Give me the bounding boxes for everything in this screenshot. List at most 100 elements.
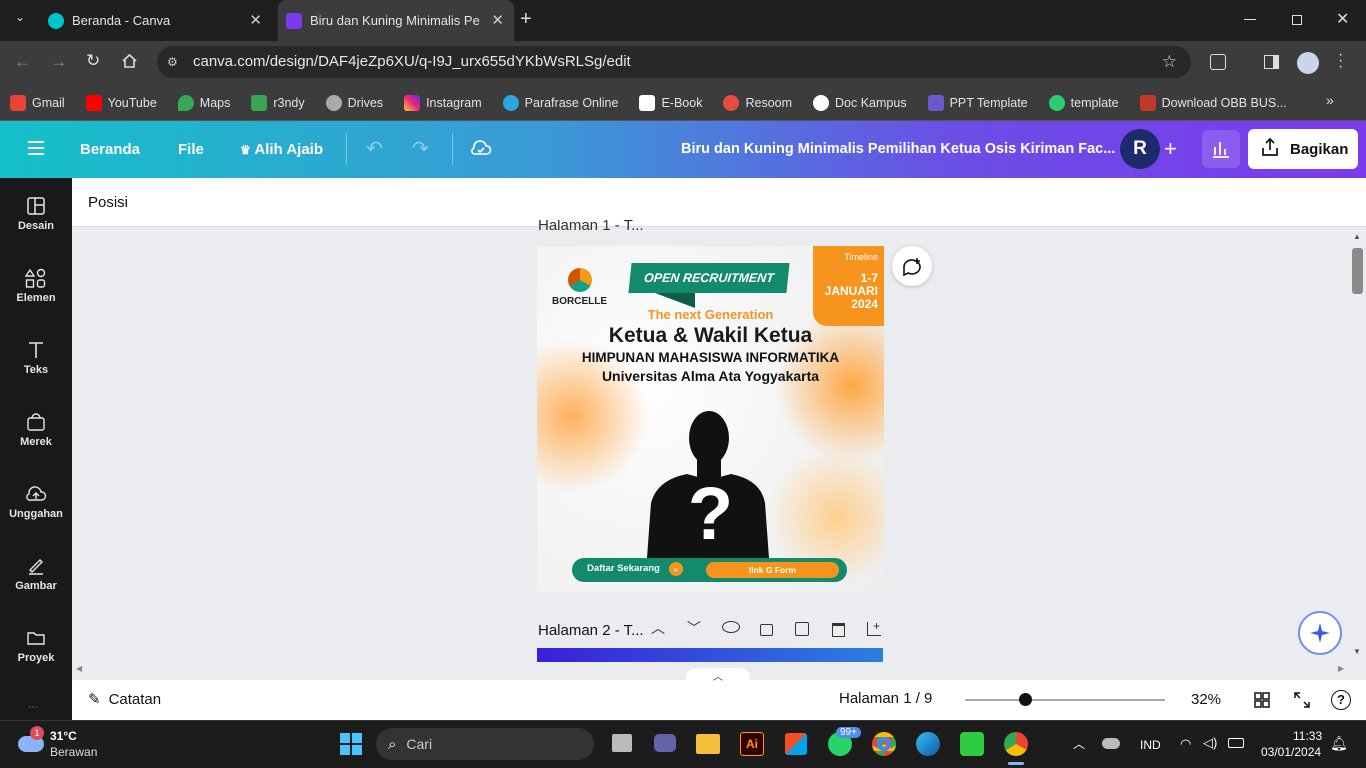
bookmark-youtube[interactable]: YouTube bbox=[85, 94, 157, 111]
weather-widget[interactable]: 1 31°C Berawan bbox=[16, 726, 116, 762]
add-comment-button[interactable] bbox=[892, 246, 932, 286]
document-title[interactable]: Biru dan Kuning Minimalis Pemilihan Ketu… bbox=[681, 121, 1115, 178]
sidebar-item-uploads[interactable]: Unggahan bbox=[0, 466, 72, 538]
zoom-slider-thumb[interactable] bbox=[1019, 693, 1032, 706]
address-bar[interactable]: ⚙ canva.com/design/DAF4jeZp6XU/q-I9J_urx… bbox=[157, 46, 1191, 78]
share-button[interactable]: Bagikan bbox=[1248, 129, 1358, 169]
clock-time[interactable]: 11:33 bbox=[1293, 729, 1322, 743]
bookmark-parafrase[interactable]: Parafrase Online bbox=[502, 94, 618, 111]
bookmark-star-icon[interactable]: ☆ bbox=[1162, 46, 1177, 78]
restore-icon[interactable] bbox=[1292, 15, 1302, 25]
page1-title[interactable]: Halaman 1 - T... bbox=[538, 220, 644, 234]
design-page-2-preview[interactable] bbox=[537, 648, 883, 662]
profile-avatar[interactable] bbox=[1297, 52, 1319, 74]
page-indicator[interactable]: Halaman 1 / 9 bbox=[839, 690, 932, 707]
edge-icon[interactable] bbox=[916, 732, 940, 756]
duplicate-icon[interactable] bbox=[795, 622, 809, 636]
position-button[interactable]: Posisi bbox=[88, 194, 128, 211]
close-icon[interactable]: ✕ bbox=[249, 11, 262, 29]
site-info-icon[interactable]: ⚙ bbox=[167, 46, 178, 78]
bookmark-instagram[interactable]: Instagram bbox=[404, 94, 482, 111]
bookmark-template[interactable]: template bbox=[1048, 94, 1119, 111]
notes-button[interactable]: ✎ Catatan bbox=[88, 690, 161, 709]
magic-switch-button[interactable]: ♛ Alih Ajaib bbox=[240, 121, 323, 178]
sidebar-item-design[interactable]: Desain bbox=[0, 178, 72, 250]
chevron-up-icon[interactable]: ︿ bbox=[651, 618, 665, 638]
bookmark-gmail[interactable]: Gmail bbox=[10, 94, 65, 111]
add-page-icon[interactable]: + bbox=[867, 620, 881, 636]
tray-chevron-up-icon[interactable]: ︿ bbox=[1073, 735, 1085, 752]
tab-search-button[interactable]: ⌄ bbox=[10, 10, 30, 30]
page2-title[interactable]: Halaman 2 - T... bbox=[538, 622, 644, 639]
sidebar-item-text[interactable]: Teks bbox=[0, 322, 72, 394]
chrome-icon[interactable] bbox=[872, 732, 896, 756]
bookmark-ebook[interactable]: E-Book bbox=[639, 94, 702, 111]
scroll-up-icon[interactable]: ▲ bbox=[1353, 232, 1361, 241]
bookmark-ppt-template[interactable]: PPT Template bbox=[927, 94, 1028, 111]
windows-start-icon[interactable] bbox=[340, 733, 362, 755]
scroll-down-icon[interactable]: ▼ bbox=[1353, 647, 1361, 656]
home-link[interactable]: Beranda bbox=[80, 121, 140, 178]
zoom-slider-track[interactable] bbox=[965, 699, 1165, 701]
vertical-scrollbar-thumb[interactable] bbox=[1352, 248, 1363, 294]
insights-chart-icon[interactable] bbox=[1202, 130, 1240, 168]
user-avatar[interactable]: R bbox=[1120, 129, 1160, 169]
illustrator-icon[interactable]: Ai bbox=[740, 732, 764, 756]
taskbar-search[interactable]: ⌕ Cari bbox=[376, 728, 594, 760]
bookmark-download-obb[interactable]: Download OBB BUS... bbox=[1139, 94, 1287, 111]
wifi-icon[interactable]: ◠ bbox=[1180, 736, 1191, 752]
hamburger-menu-icon[interactable] bbox=[28, 141, 44, 155]
notification-bell-icon[interactable]: 🔔︎ bbox=[1330, 735, 1348, 752]
onedrive-icon[interactable] bbox=[1102, 738, 1120, 749]
file-explorer-icon[interactable] bbox=[696, 734, 720, 754]
fullscreen-icon[interactable] bbox=[1294, 692, 1310, 713]
bookmark-r3ndy[interactable]: r3ndy bbox=[251, 94, 305, 111]
reload-icon[interactable]: ↻ bbox=[86, 51, 100, 71]
design-page-1[interactable]: BORCELLE OPEN RECRUITMENT Timeline 1-7 J… bbox=[537, 246, 884, 592]
close-icon[interactable]: ✕ bbox=[491, 11, 504, 29]
minimize-icon[interactable] bbox=[1244, 19, 1256, 20]
input-language[interactable]: IND bbox=[1140, 738, 1161, 752]
back-icon[interactable]: ← bbox=[14, 52, 31, 72]
bookmark-maps[interactable]: Maps bbox=[177, 94, 230, 111]
battery-icon[interactable] bbox=[1228, 738, 1244, 748]
sidebar-item-elements[interactable]: Elemen bbox=[0, 250, 72, 322]
hide-eye-icon[interactable] bbox=[722, 621, 740, 633]
bookmark-drives[interactable]: Drives bbox=[325, 94, 383, 111]
sidebar-item-draw[interactable]: Gambar bbox=[0, 538, 72, 610]
snipping-tool-icon[interactable] bbox=[960, 732, 984, 756]
menu-kebab-icon[interactable]: · · · bbox=[1338, 47, 1343, 75]
trash-icon[interactable] bbox=[832, 623, 845, 637]
window-close-icon[interactable]: ✕ bbox=[1336, 9, 1349, 29]
undo-icon[interactable]: ↶ bbox=[366, 136, 383, 161]
chrome-profile-active-icon[interactable] bbox=[1004, 732, 1028, 756]
lock-icon[interactable] bbox=[760, 624, 773, 636]
video-call-icon[interactable] bbox=[654, 734, 676, 752]
cloud-saved-icon[interactable] bbox=[470, 139, 492, 162]
sidepanel-icon[interactable] bbox=[1264, 55, 1279, 69]
zoom-level[interactable]: 32% bbox=[1191, 691, 1221, 708]
help-icon[interactable]: ? bbox=[1331, 690, 1351, 710]
extensions-icon[interactable] bbox=[1210, 54, 1226, 70]
new-tab-button[interactable]: + bbox=[520, 8, 532, 31]
magic-assistant-button[interactable] bbox=[1298, 611, 1342, 655]
bookmark-doc-kampus[interactable]: Doc Kampus bbox=[813, 94, 907, 111]
more-bookmarks-icon[interactable]: » bbox=[1326, 92, 1334, 108]
sidebar-item-brand[interactable]: Merek bbox=[0, 394, 72, 466]
apps-grid-icon[interactable]: ⋯ bbox=[28, 702, 39, 713]
volume-icon[interactable]: ◁) bbox=[1203, 735, 1217, 751]
add-collaborator-icon[interactable]: + bbox=[1164, 136, 1177, 162]
task-view-icon[interactable] bbox=[612, 734, 632, 752]
bookmark-resoom[interactable]: Resoom bbox=[723, 94, 792, 111]
clock-date[interactable]: 03/01/2024 bbox=[1261, 745, 1321, 759]
expand-pages-icon[interactable]: ︿ bbox=[686, 668, 750, 683]
tab-design-active[interactable]: Biru dan Kuning Minimalis Pemi ✕ bbox=[278, 0, 514, 41]
scroll-left-icon[interactable]: ◀ bbox=[76, 664, 82, 673]
chevron-down-icon[interactable]: ﹀ bbox=[687, 618, 701, 638]
scroll-right-icon[interactable]: ▶ bbox=[1338, 664, 1344, 673]
tab-beranda-canva[interactable]: Beranda - Canva ✕ bbox=[40, 0, 272, 41]
file-menu[interactable]: File bbox=[178, 121, 204, 178]
sidebar-item-projects[interactable]: Proyek bbox=[0, 610, 72, 682]
home-icon[interactable] bbox=[121, 53, 138, 74]
forward-icon[interactable]: → bbox=[50, 52, 67, 72]
